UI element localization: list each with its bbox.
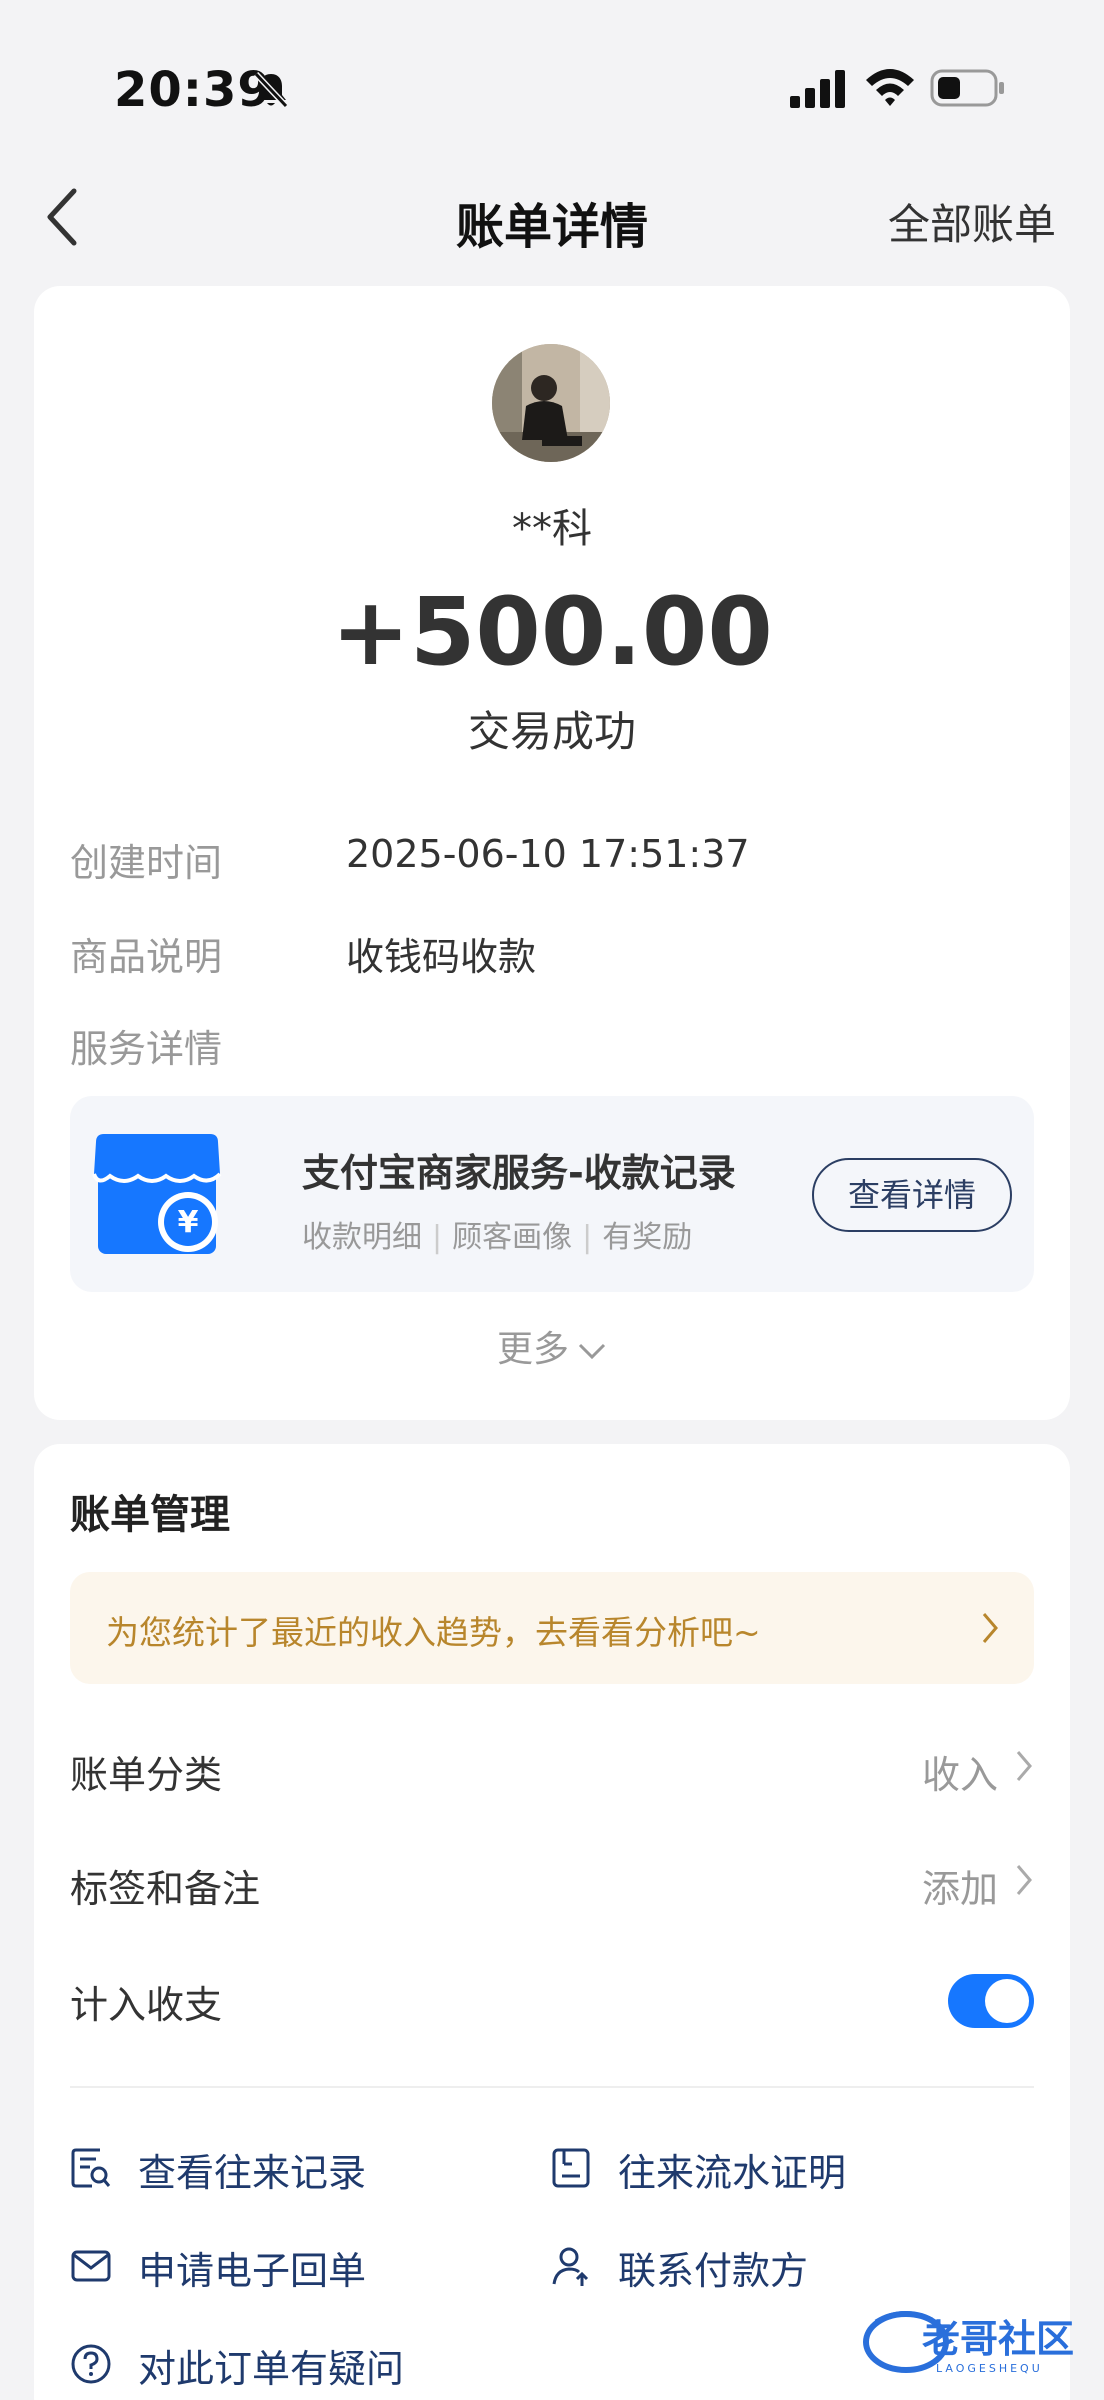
tag-separator: | xyxy=(582,1220,593,1255)
status-bar: 20:39 xyxy=(0,0,1104,150)
payer-avatar[interactable] xyxy=(492,344,610,462)
transaction-status: 交易成功 xyxy=(467,707,636,756)
bill-category-value[interactable]: 收入 xyxy=(922,1744,998,1799)
nav-bar: 账单详情 全部账单 xyxy=(0,165,1104,265)
more-toggle[interactable]: 更多 xyxy=(34,1320,1070,1372)
view-records-action[interactable]: 查看往来记录 xyxy=(70,2136,510,2196)
transaction-card: **科 +500.00 交易成功 创建时间 2025-06-10 17:51:3… xyxy=(34,286,1070,1420)
avatar-photo xyxy=(492,344,610,462)
watermark-text: 老哥社区 xyxy=(922,2317,1074,2361)
bill-management-card: 账单管理 为您统计了最近的收入趋势，去看看分析吧~ 账单分类 收入 标签和备注 … xyxy=(34,1444,1070,2400)
tag-separator: | xyxy=(432,1220,443,1255)
divider xyxy=(70,2086,1034,2088)
service-tag: 有奖励 xyxy=(602,1220,693,1255)
amount: +500.00 xyxy=(331,578,773,687)
chevron-right-icon xyxy=(982,1613,998,1643)
bell-muted-icon xyxy=(253,71,289,109)
action-label: 申请电子回单 xyxy=(138,2249,367,2293)
watermark-subtext: LAOGESHEQU xyxy=(936,2362,1043,2375)
section-title: 账单管理 xyxy=(70,1492,230,1538)
chevron-down-icon xyxy=(578,1343,606,1360)
mail-icon xyxy=(71,2250,111,2282)
more-label: 更多 xyxy=(496,1329,569,1370)
service-tag: 收款明细 xyxy=(302,1220,422,1255)
chevron-right-icon xyxy=(1016,1865,1032,1895)
created-time-label: 创建时间 xyxy=(70,841,223,885)
payer-name: **科 xyxy=(512,506,592,552)
service-detail-label: 服务详情 xyxy=(70,1027,223,1071)
wifi-icon xyxy=(866,69,914,106)
cellular-signal-icon xyxy=(790,70,845,108)
tags-notes-label: 标签和备注 xyxy=(70,1867,261,1911)
service-title: 支付宝商家服务-收款记录 xyxy=(302,1151,736,1195)
question-icon xyxy=(71,2344,111,2384)
merchant-service-card[interactable]: ¥ 支付宝商家服务-收款记录 收款明细 | 顾客画像 | 有奖励 查看详情 xyxy=(70,1096,1034,1292)
product-desc-value: 收钱码收款 xyxy=(346,935,537,979)
bill-category-label: 账单分类 xyxy=(70,1753,223,1797)
count-in-toggle[interactable] xyxy=(948,1974,1034,2028)
banner-text: 为您统计了最近的收入趋势，去看看分析吧~ xyxy=(106,1613,761,1652)
service-tag: 顾客画像 xyxy=(452,1220,573,1255)
created-time-value: 2025-06-10 17:51:37 xyxy=(346,832,750,876)
contact-payer-icon xyxy=(552,2247,589,2286)
statement-icon xyxy=(552,2148,590,2188)
yuan-symbol: ¥ xyxy=(178,1205,199,1240)
tags-notes-add[interactable]: 添加 xyxy=(922,1858,998,1913)
contact-payer-action[interactable]: 联系付款方 xyxy=(550,2234,990,2294)
action-label: 往来流水证明 xyxy=(618,2151,847,2195)
all-bills-link[interactable]: 全部账单 xyxy=(888,191,1056,252)
order-question-action[interactable]: 对此订单有疑问 xyxy=(70,2332,510,2392)
toggle-knob xyxy=(985,1979,1029,2023)
merchant-store-icon: ¥ xyxy=(92,1134,222,1254)
chevron-right-icon xyxy=(1016,1751,1032,1781)
watermark-logo: 老哥社区 LAOGESHEQU xyxy=(863,2311,1074,2375)
status-time: 20:39 xyxy=(114,62,272,118)
income-trend-banner[interactable]: 为您统计了最近的收入趋势，去看看分析吧~ xyxy=(70,1572,1034,1684)
count-in-label: 计入收支 xyxy=(70,1983,223,2027)
view-detail-button[interactable]: 查看详情 xyxy=(812,1158,1012,1232)
battery-icon xyxy=(930,69,1004,107)
statement-proof-action[interactable]: 往来流水证明 xyxy=(550,2136,990,2196)
action-label: 联系付款方 xyxy=(618,2249,809,2293)
e-receipt-action[interactable]: 申请电子回单 xyxy=(70,2234,510,2294)
product-desc-label: 商品说明 xyxy=(70,935,223,979)
action-label: 对此订单有疑问 xyxy=(138,2347,405,2391)
record-search-icon xyxy=(71,2148,111,2188)
action-label: 查看往来记录 xyxy=(138,2151,367,2195)
service-tags: 收款明细 | 顾客画像 | 有奖励 xyxy=(302,1212,692,1256)
